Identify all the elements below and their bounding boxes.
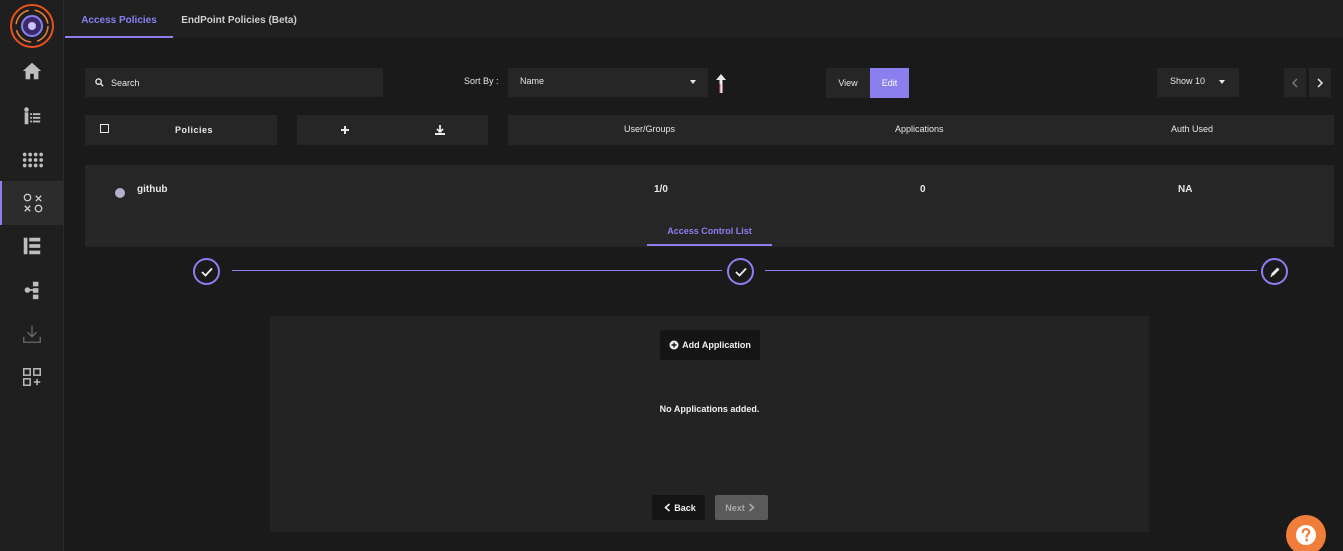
applications-panel: Add Application No Applications added. B… — [270, 316, 1149, 532]
column-header: User/Groups Applications Auth Used — [508, 115, 1334, 145]
next-label: Next — [725, 502, 745, 513]
user-list-icon — [24, 107, 41, 125]
column-auth-used[interactable]: Auth Used — [1171, 124, 1213, 134]
sidebar-item-add-widget[interactable] — [0, 355, 64, 399]
sidebar-item-download[interactable] — [0, 312, 64, 356]
check-icon — [200, 267, 213, 277]
help-button[interactable] — [1286, 515, 1326, 551]
policy-auth-used: NA — [1178, 184, 1193, 195]
chevron-right-icon — [748, 503, 755, 512]
step-2-complete[interactable] — [727, 258, 754, 285]
search-input[interactable] — [111, 77, 361, 88]
select-all-checkbox[interactable] — [100, 124, 109, 133]
status-dot — [115, 188, 125, 198]
sidebar — [0, 0, 64, 551]
edit-mode-button[interactable]: Edit — [870, 68, 909, 98]
sort-by-select[interactable]: Name — [508, 68, 708, 97]
add-widget-icon — [23, 368, 41, 386]
column-applications[interactable]: Applications — [895, 124, 944, 134]
sidebar-item-logs[interactable] — [0, 224, 64, 268]
top-tab-bar: Access Policies EndPoint Policies (Beta) — [64, 0, 1343, 38]
document-list-icon — [23, 237, 41, 255]
sort-ascending-arrow-icon[interactable] — [714, 72, 728, 94]
page-size-select[interactable]: Show 10 — [1157, 68, 1239, 97]
add-application-label: Add Application — [682, 340, 751, 350]
step-3-current[interactable] — [1261, 258, 1288, 285]
page-size-value: Show 10 — [1170, 76, 1206, 86]
add-policy-button[interactable] — [339, 124, 351, 136]
tab-access-policies[interactable]: Access Policies — [65, 0, 173, 38]
step-1-complete[interactable] — [193, 258, 220, 285]
view-mode-button[interactable]: View — [826, 68, 870, 98]
chevron-down-icon — [690, 80, 696, 84]
policy-user-groups: 1/0 — [654, 184, 668, 195]
chevron-down-icon — [1219, 80, 1225, 84]
next-page-button[interactable] — [1309, 68, 1331, 97]
settings-tree-icon — [24, 281, 39, 300]
help-question-icon — [1296, 525, 1316, 545]
logo[interactable] — [8, 2, 56, 50]
logo-icon — [10, 4, 54, 48]
chevron-left-icon — [1291, 77, 1298, 88]
empty-state-message: No Applications added. — [659, 404, 760, 414]
stepper-line — [765, 270, 1257, 271]
plus-circle-icon — [669, 340, 679, 350]
sidebar-item-home[interactable] — [0, 49, 64, 93]
column-user-groups[interactable]: User/Groups — [624, 124, 675, 134]
policy-name: github — [137, 184, 168, 195]
search-icon — [95, 78, 104, 87]
sidebar-item-users[interactable] — [0, 94, 64, 138]
next-button[interactable]: Next — [715, 495, 768, 520]
pencil-icon — [1269, 267, 1279, 277]
chevron-right-icon — [1317, 77, 1324, 88]
tab-access-control-list[interactable]: Access Control List — [647, 220, 772, 246]
chevron-left-icon — [664, 503, 671, 512]
sidebar-item-apps-grid[interactable] — [0, 138, 64, 182]
home-icon — [22, 62, 42, 80]
back-button[interactable]: Back — [652, 495, 705, 520]
tab-endpoint-policies[interactable]: EndPoint Policies (Beta) — [179, 0, 299, 38]
policies-header: Policies — [85, 115, 277, 145]
sort-by-value: Name — [520, 76, 545, 86]
download-icon[interactable] — [434, 124, 446, 136]
sidebar-item-access-policies[interactable] — [0, 181, 64, 225]
policy-row[interactable]: github 1/0 0 NA Access Control List — [85, 165, 1334, 247]
back-label: Back — [674, 502, 696, 513]
policies-header-label: Policies — [175, 125, 214, 135]
download-icon — [23, 325, 41, 343]
sort-by-label: Sort By : — [464, 76, 499, 86]
check-icon — [734, 267, 747, 277]
dots-grid-icon — [22, 152, 43, 168]
access-policy-icon — [23, 193, 43, 213]
add-application-button[interactable]: Add Application — [660, 330, 760, 360]
policy-applications: 0 — [920, 184, 926, 195]
search-box — [85, 68, 383, 97]
prev-page-button[interactable] — [1284, 68, 1306, 97]
stepper-line — [232, 270, 722, 271]
sidebar-item-settings[interactable] — [0, 268, 64, 312]
policy-actions — [297, 115, 488, 145]
